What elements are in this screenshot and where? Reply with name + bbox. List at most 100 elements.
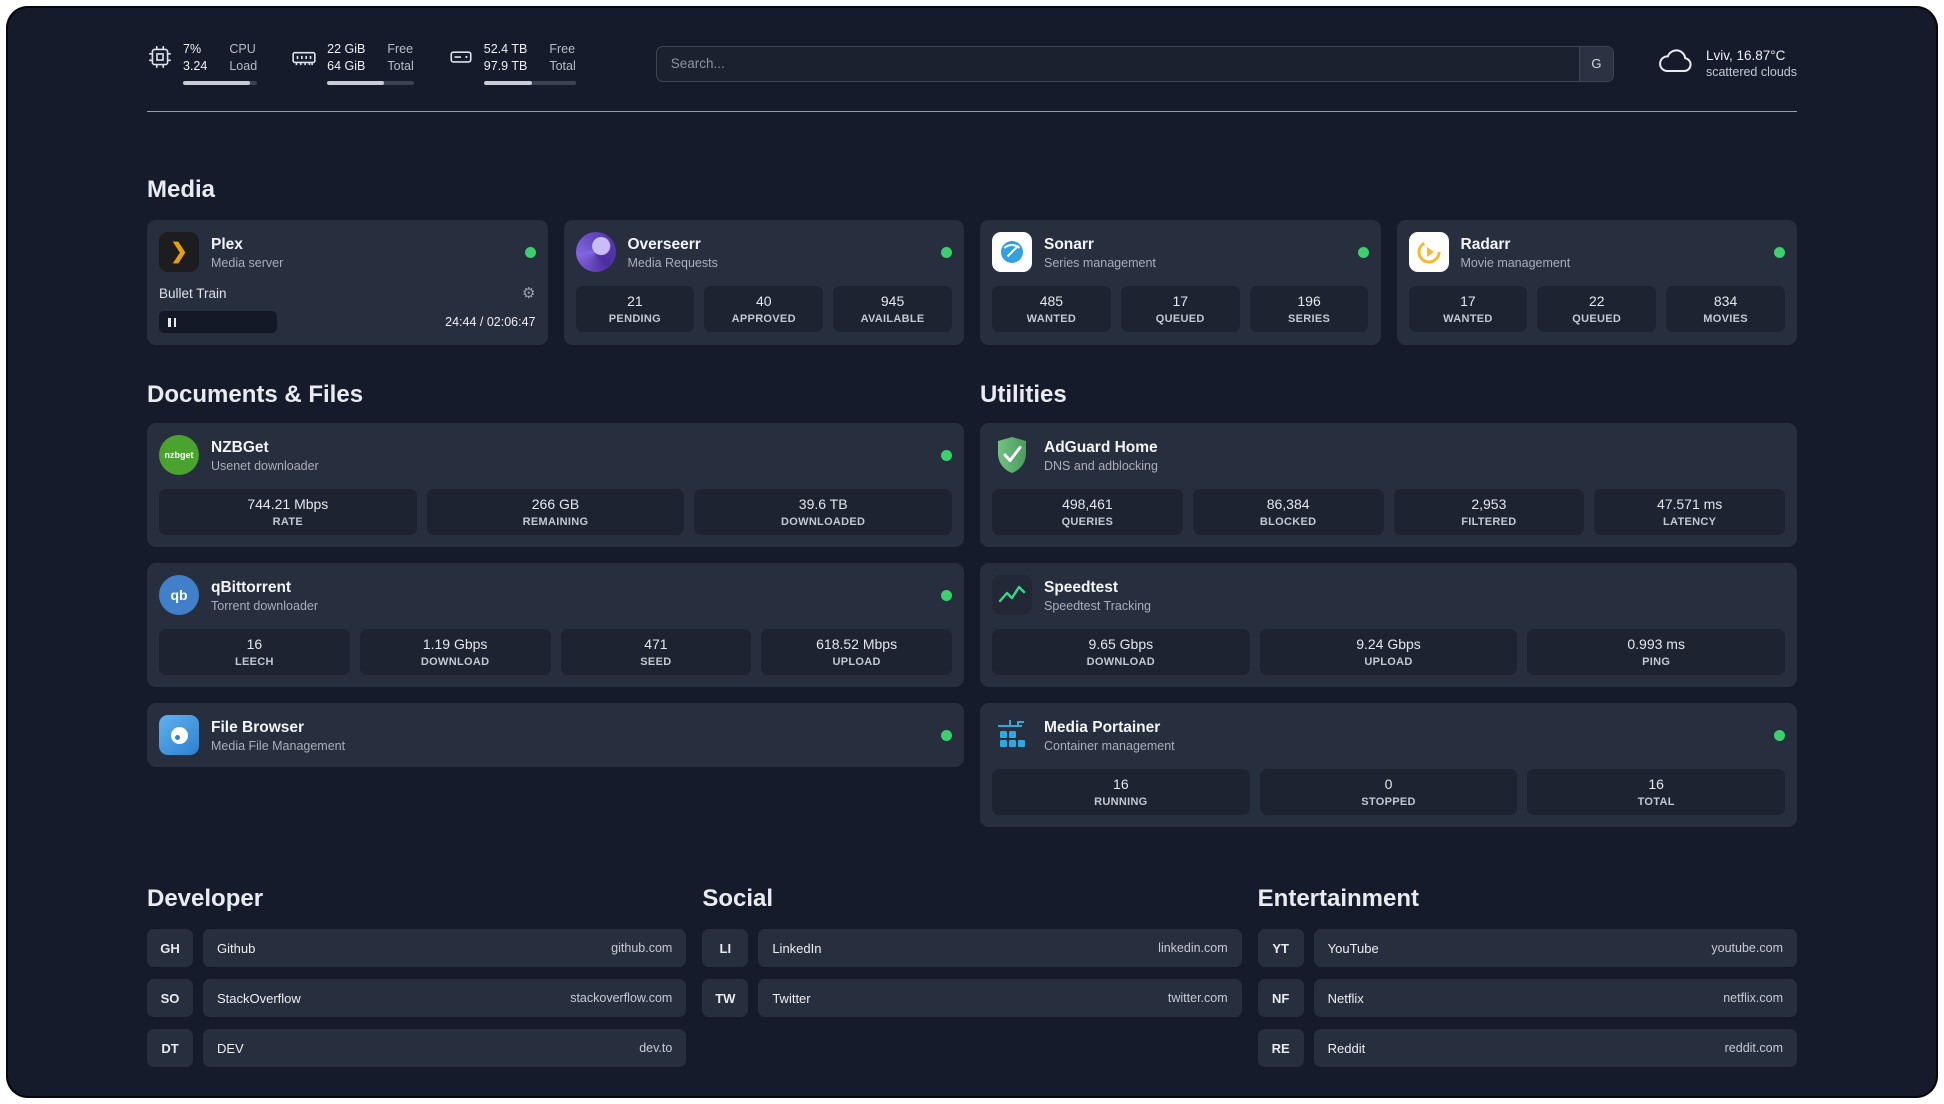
section-title-social: Social: [702, 885, 774, 912]
ram-widget: 22 GiB 64 GiB Free Total: [291, 42, 414, 85]
cpu-load-label: Load: [229, 59, 258, 73]
search-input[interactable]: [656, 46, 1579, 81]
stat-tile: 21 PENDING: [575, 286, 695, 332]
stat-tile: 47.571 ms LATENCY: [1594, 489, 1785, 535]
stat-tile: 0.993 ms PING: [1527, 629, 1786, 675]
bookmark-abbr: RE: [1257, 1029, 1304, 1067]
bookmark-url: dev.to: [639, 1041, 673, 1055]
bookmark-url: stackoverflow.com: [570, 991, 673, 1005]
search-engine-button[interactable]: G: [1578, 46, 1613, 81]
documents-column: Documents & Files nzbget NZBGet Usenet d…: [147, 381, 964, 767]
status-dot: [941, 449, 952, 461]
app-card-portainer[interactable]: Media Portainer Container management 16 …: [980, 703, 1797, 827]
status-dot: [941, 589, 952, 601]
bookmark-url: youtube.com: [1711, 941, 1783, 955]
speedtest-icon: [992, 575, 1032, 615]
disk-widget: 52.4 TB 97.9 TB Free Total: [448, 42, 576, 85]
bookmark-youtube[interactable]: YT YouTube youtube.com: [1257, 929, 1797, 967]
nzbget-icon: nzbget: [159, 435, 199, 475]
app-card-speedtest[interactable]: Speedtest Speedtest Tracking 9.65 Gbps D…: [980, 563, 1797, 687]
stat-tile: 834 MOVIES: [1666, 286, 1785, 332]
stat-tile: 16 LEECH: [159, 629, 350, 675]
bookmark-abbr: YT: [1257, 929, 1304, 967]
stat-tile: 744.21 Mbps RATE: [159, 489, 417, 535]
app-name: Radarr: [1460, 235, 1511, 253]
app-card-nzbget[interactable]: nzbget NZBGet Usenet downloader 744.21 M…: [147, 423, 964, 547]
disk-free-label: Free: [549, 42, 576, 56]
qbittorrent-icon: qb: [159, 575, 199, 615]
bookmark-github[interactable]: GH Github github.com: [147, 929, 687, 967]
app-subtitle: Speedtest Tracking: [1044, 598, 1152, 613]
disk-free-value: 52.4 TB: [483, 42, 528, 56]
stat-tile: 9.24 Gbps UPLOAD: [1259, 629, 1518, 675]
playback-time: 24:44 / 02:06:47: [445, 315, 536, 329]
app-name: Overseerr: [627, 235, 701, 253]
cpu-percent: 7%: [183, 42, 202, 56]
filebrowser-icon: [159, 715, 199, 755]
status-dot: [1357, 246, 1369, 258]
bookmark-twitter[interactable]: TW Twitter twitter.com: [702, 979, 1242, 1017]
stat-tile: 945 AVAILABLE: [833, 286, 952, 332]
bookmark-stackoverflow[interactable]: SO StackOverflow stackoverflow.com: [147, 979, 687, 1017]
plex-icon: ❯: [159, 232, 199, 272]
app-card-overseerr[interactable]: Overseerr Media Requests 21 PENDING 40 A…: [563, 220, 964, 345]
ram-total-value: 64 GiB: [327, 59, 366, 73]
bookmark-abbr: DT: [147, 1029, 193, 1067]
bookmarks-section: Developer GH Github github.com SO StackO…: [147, 885, 1797, 1098]
app-name: Media Portainer: [1044, 718, 1161, 736]
media-grid: ❯ Plex Media server Bullet Train ⚙ 24:44…: [147, 220, 1797, 345]
app-card-filebrowser[interactable]: File Browser Media File Management: [147, 703, 964, 767]
stat-tile: 471 SEED: [560, 629, 752, 675]
pause-button[interactable]: [159, 311, 277, 333]
app-card-plex[interactable]: ❯ Plex Media server Bullet Train ⚙ 24:44…: [147, 220, 548, 345]
cpu-label: CPU: [229, 42, 256, 56]
bookmark-name: StackOverflow: [217, 990, 301, 1006]
status-dot: [1774, 729, 1785, 741]
stat-tile: 196 SERIES: [1249, 286, 1369, 332]
bookmark-abbr: NF: [1257, 979, 1304, 1017]
bookmark-linkedin[interactable]: LI LinkedIn linkedin.com: [702, 929, 1242, 967]
weather-condition: scattered clouds: [1705, 65, 1797, 79]
app-subtitle: Media Requests: [627, 255, 718, 270]
app-name: Speedtest: [1044, 578, 1119, 596]
section-title-documents: Documents & Files: [147, 381, 364, 408]
bookmark-reddit[interactable]: RE Reddit reddit.com: [1257, 1029, 1797, 1067]
ram-usage-bar: [327, 81, 414, 85]
app-subtitle: Usenet downloader: [211, 458, 319, 473]
bookmark-url: github.com: [611, 941, 673, 955]
ram-icon: [291, 44, 317, 70]
app-card-adguard[interactable]: AdGuard Home DNS and adblocking 498,461 …: [980, 423, 1797, 547]
weather-widget[interactable]: Lviv, 16.87°C scattered clouds: [1658, 47, 1797, 80]
app-card-sonarr[interactable]: Sonarr Series management 485 WANTED 17 Q…: [980, 220, 1381, 345]
bookmark-abbr: GH: [147, 929, 193, 967]
status-dot: [941, 246, 952, 258]
bookmark-url: netflix.com: [1723, 991, 1783, 1005]
bookmark-abbr: TW: [702, 979, 749, 1017]
stat-tile: 485 WANTED: [992, 286, 1111, 332]
status-dot: [941, 729, 952, 741]
stat-tile: 618.52 Mbps UPLOAD: [761, 629, 952, 675]
app-subtitle: DNS and adblocking: [1044, 458, 1158, 473]
bookmark-netflix[interactable]: NF Netflix netflix.com: [1257, 979, 1797, 1017]
section-title-utilities: Utilities: [980, 381, 1067, 408]
cpu-icon: [147, 44, 173, 70]
section-title-media: Media: [147, 176, 216, 203]
search-bar: G: [655, 45, 1614, 82]
stat-tile: 266 GB REMAINING: [426, 489, 685, 535]
utilities-column: Utilities AdGuard Home DNS and adblockin…: [980, 381, 1797, 827]
cpu-usage-bar: [183, 81, 258, 85]
app-card-qbittorrent[interactable]: qb qBittorrent Torrent downloader 16 LEE…: [147, 563, 964, 687]
cpu-widget: 7% 3.24 CPU Load: [147, 42, 258, 85]
stat-tile: 40 APPROVED: [704, 286, 824, 332]
stat-tile: 16 RUNNING: [992, 769, 1250, 815]
gear-icon[interactable]: ⚙: [522, 284, 535, 302]
bookmark-abbr: LI: [702, 929, 749, 967]
app-name: AdGuard Home: [1044, 438, 1158, 456]
app-card-radarr[interactable]: Radarr Movie management 17 WANTED 22 QUE…: [1396, 220, 1797, 345]
bookmark-dev[interactable]: DT DEV dev.to: [147, 1029, 687, 1067]
section-title-developer: Developer: [147, 885, 264, 912]
bookmark-name: Github: [217, 940, 256, 956]
bookmark-url: twitter.com: [1167, 991, 1228, 1005]
dashboard-window: 7% 3.24 CPU Load 22 GiB 64 GiB Free Tota…: [6, 6, 1938, 1098]
bookmark-name: Reddit: [1327, 1040, 1366, 1056]
